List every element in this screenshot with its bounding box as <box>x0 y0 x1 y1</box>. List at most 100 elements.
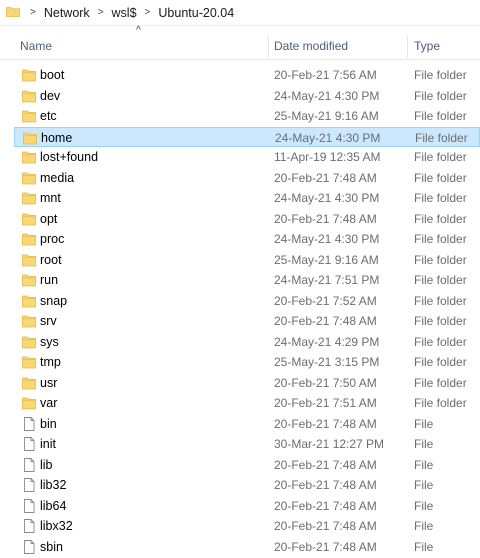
list-item[interactable]: sys 24-May-21 4:29 PM File folder <box>14 332 480 353</box>
folder-icon <box>22 213 36 225</box>
folder-icon <box>22 397 36 410</box>
list-item[interactable]: run 24-May-21 7:51 PM File folder <box>14 270 480 291</box>
item-date-modified: 25-May-21 3:15 PM <box>274 355 380 369</box>
list-item[interactable]: srv 20-Feb-21 7:48 AM File folder <box>14 311 480 332</box>
list-item[interactable]: usr 20-Feb-21 7:50 AM File folder <box>14 373 480 394</box>
item-date-modified: 24-May-21 4:29 PM <box>274 334 380 349</box>
list-item[interactable]: snap 20-Feb-21 7:52 AM File folder <box>14 291 480 312</box>
item-type: File folder <box>414 273 467 287</box>
item-date-modified: 20-Feb-21 7:48 AM <box>274 539 377 554</box>
item-type: File folder <box>414 211 467 226</box>
list-item[interactable]: lib 20-Feb-21 7:48 AM File <box>14 455 480 476</box>
folder-icon <box>22 110 36 123</box>
folder-icon <box>22 69 36 82</box>
item-date-modified: 20-Feb-21 7:50 AM <box>274 375 377 390</box>
item-name: mnt <box>40 191 61 205</box>
column-type[interactable]: Type <box>414 34 480 59</box>
item-name: tmp <box>40 355 61 369</box>
file-icon <box>24 437 35 451</box>
address-bar[interactable]: > Network > wsl$ > Ubuntu-20.04 <box>0 0 480 26</box>
list-item[interactable]: libx32 20-Feb-21 7:48 AM File <box>14 516 480 537</box>
item-name: dev <box>40 88 61 103</box>
list-item[interactable]: media 20-Feb-21 7:48 AM File folder <box>14 168 480 189</box>
item-type: File <box>414 519 434 533</box>
item-name: snap <box>40 293 68 308</box>
folder-icon <box>23 132 37 144</box>
item-type: File <box>414 498 434 513</box>
item-type: File folder <box>414 396 467 410</box>
breadcrumb-network[interactable]: Network <box>44 6 90 20</box>
item-type: File folder <box>414 191 467 205</box>
item-type: File folder <box>414 109 467 123</box>
item-name: bin <box>40 416 57 431</box>
list-item[interactable]: root 25-May-21 9:16 AM File folder <box>14 250 480 271</box>
item-date-modified: 20-Feb-21 7:48 AM <box>274 211 377 226</box>
item-date-modified: 20-Feb-21 7:48 AM <box>274 416 377 431</box>
item-type: File folder <box>415 130 468 145</box>
list-item[interactable]: home 24-May-21 4:30 PM File folder <box>14 126 480 147</box>
item-type: File folder <box>414 68 467 82</box>
item-date-modified: 24-May-21 4:30 PM <box>275 130 381 145</box>
list-item[interactable]: lib32 20-Feb-21 7:48 AM File <box>14 475 480 496</box>
list-item[interactable]: opt 20-Feb-21 7:48 AM File folder <box>14 209 480 230</box>
folder-icon <box>22 336 36 348</box>
item-name: run <box>40 273 59 287</box>
item-name: boot <box>40 68 65 82</box>
list-item[interactable]: lib64 20-Feb-21 7:48 AM File <box>14 496 480 517</box>
folder-icon <box>22 151 36 164</box>
file-icon <box>24 457 35 472</box>
item-name: root <box>40 252 62 267</box>
item-type: File folder <box>414 170 467 185</box>
item-date-modified: 20-Feb-21 7:48 AM <box>274 478 377 492</box>
item-name: srv <box>40 314 57 328</box>
item-name: var <box>40 396 58 410</box>
list-item[interactable]: init 30-Mar-21 12:27 PM File <box>14 434 480 455</box>
item-name: lib64 <box>40 498 67 513</box>
chevron-right-icon[interactable]: > <box>30 7 36 18</box>
item-date-modified: 25-May-21 9:16 AM <box>274 252 379 267</box>
chevron-right-icon[interactable]: > <box>145 7 151 18</box>
list-item[interactable]: proc 24-May-21 4:30 PM File folder <box>14 229 480 250</box>
file-list: boot 20-Feb-21 7:56 AM File folder dev 24-Ma… <box>0 65 480 557</box>
file-icon <box>24 416 35 431</box>
item-date-modified: 24-May-21 4:30 PM <box>274 191 380 205</box>
item-date-modified: 24-May-21 4:30 PM <box>274 232 380 246</box>
folder-icon <box>22 172 36 184</box>
item-name: etc <box>40 109 57 123</box>
list-item[interactable]: bin 20-Feb-21 7:48 AM File <box>14 414 480 435</box>
item-date-modified: 20-Feb-21 7:48 AM <box>274 519 377 533</box>
breadcrumb-ubuntu[interactable]: Ubuntu-20.04 <box>158 6 234 20</box>
list-item[interactable]: boot 20-Feb-21 7:56 AM File folder <box>14 65 480 86</box>
item-type: File folder <box>414 150 467 164</box>
list-item[interactable]: etc 25-May-21 9:16 AM File folder <box>14 106 480 127</box>
folder-icon <box>22 192 36 205</box>
item-date-modified: 25-May-21 9:16 AM <box>274 109 379 123</box>
column-divider[interactable] <box>268 36 269 58</box>
item-date-modified: 24-May-21 4:30 PM <box>274 88 380 103</box>
list-item[interactable]: mnt 24-May-21 4:30 PM File folder <box>14 188 480 209</box>
list-item[interactable]: tmp 25-May-21 3:15 PM File folder <box>14 352 480 373</box>
list-item[interactable]: lost+found 11-Apr-19 12:35 AM File folder <box>14 147 480 168</box>
list-item[interactable]: dev 24-May-21 4:30 PM File folder <box>14 86 480 107</box>
column-divider[interactable] <box>407 36 408 58</box>
item-type: File <box>414 457 434 472</box>
item-type: File <box>414 478 434 492</box>
item-date-modified: 11-Apr-19 12:35 AM <box>274 150 381 164</box>
folder-icon <box>22 377 36 389</box>
item-name: proc <box>40 232 65 246</box>
breadcrumb-wsl[interactable]: wsl$ <box>112 6 137 20</box>
item-name: sys <box>40 334 59 349</box>
item-name: lib32 <box>40 478 67 492</box>
column-date-modified[interactable]: Date modified <box>274 34 406 59</box>
item-type: File folder <box>414 334 467 349</box>
item-type: File <box>414 539 434 554</box>
item-name: usr <box>40 375 58 390</box>
item-name: libx32 <box>40 519 73 533</box>
list-item[interactable]: var 20-Feb-21 7:51 AM File folder <box>14 393 480 414</box>
chevron-right-icon[interactable]: > <box>98 7 104 18</box>
column-name[interactable]: Name <box>20 34 268 59</box>
item-type: File <box>414 416 434 431</box>
list-item[interactable]: sbin 20-Feb-21 7:48 AM File <box>14 537 480 558</box>
item-name: lost+found <box>40 150 99 164</box>
item-type: File folder <box>414 314 467 328</box>
